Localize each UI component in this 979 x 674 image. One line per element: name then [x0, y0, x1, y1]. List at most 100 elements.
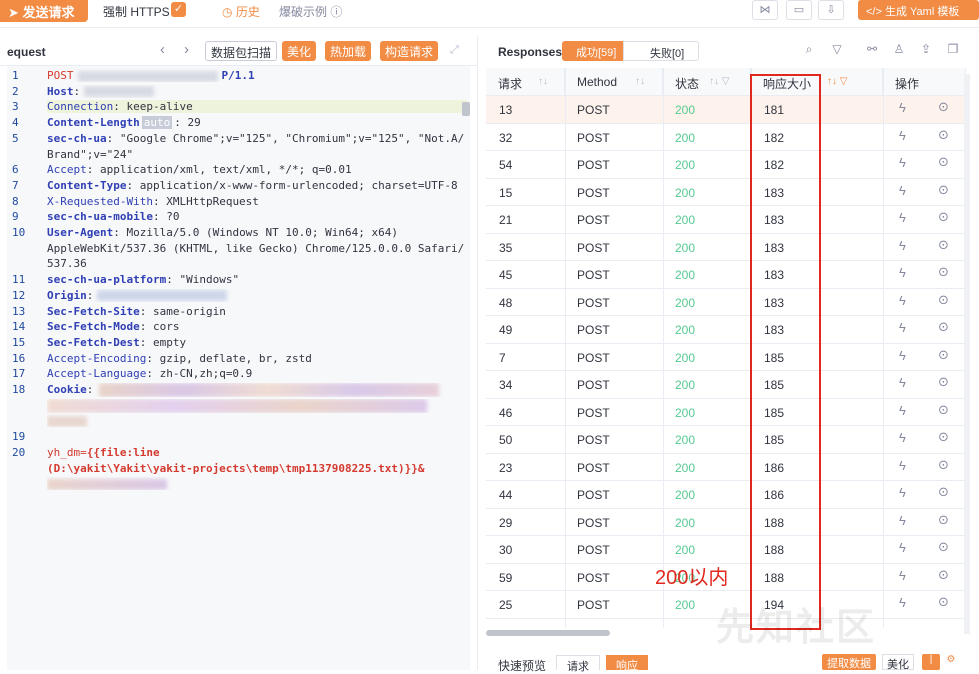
- arrow-circle-icon[interactable]: ⊙: [938, 319, 949, 335]
- tab-request-preview[interactable]: 请求: [556, 655, 600, 673]
- table-row[interactable]: 50 POST 200 185 ϟ ⊙: [486, 426, 966, 454]
- arrow-circle-icon[interactable]: ⊙: [938, 347, 949, 363]
- tab-fail[interactable]: 失败[0]: [623, 41, 699, 61]
- arrow-circle-icon[interactable]: ⊙: [938, 182, 949, 198]
- lightning-icon[interactable]: ϟ: [899, 128, 906, 143]
- line-number: 20: [12, 445, 26, 459]
- arrow-circle-icon[interactable]: ⊙: [938, 512, 949, 528]
- beautify-button[interactable]: 美化: [282, 41, 317, 61]
- export-icon[interactable]: ⇩: [818, 0, 844, 20]
- code-value: (D:\yakit\Yakit\yakit-projects\temp\tmp1…: [47, 461, 425, 475]
- arrow-circle-icon[interactable]: ⊙: [938, 457, 949, 473]
- send-request-button[interactable]: ➤ 发送请求: [0, 0, 88, 22]
- arrow-circle-icon[interactable]: ⊙: [938, 237, 949, 253]
- share-icon[interactable]: ⋈: [752, 0, 778, 20]
- lightning-icon[interactable]: ϟ: [899, 155, 906, 170]
- column-header-status[interactable]: 状态 ↑↓ ▽: [663, 68, 751, 96]
- arrow-circle-icon[interactable]: ⊙: [938, 264, 949, 280]
- table-row[interactable]: 30 POST 200 188 ϟ ⊙: [486, 536, 966, 564]
- arrow-circle-icon[interactable]: ⊙: [938, 402, 949, 418]
- force-https-checkbox[interactable]: ✓: [171, 2, 186, 17]
- sort-icon[interactable]: ↑↓: [538, 76, 548, 87]
- table-row[interactable]: 46 POST 200 185 ϟ ⊙: [486, 399, 966, 426]
- arrow-circle-icon[interactable]: ⊙: [938, 429, 949, 445]
- request-editor[interactable]: 1 POST P/1.1 2 Host: 3 Connection: keep-alive 4…: [7, 66, 470, 670]
- table-row[interactable]: 45 POST 200 183 ϟ ⊙: [486, 261, 966, 289]
- sort-filter-icon[interactable]: ↑↓ ▽: [709, 76, 729, 87]
- request-id-cell: 21: [499, 213, 513, 227]
- lightning-icon[interactable]: ϟ: [899, 348, 906, 363]
- filter-icon[interactable]: ▽: [828, 42, 846, 60]
- arrow-circle-icon[interactable]: ⊙: [938, 539, 949, 555]
- toggle-icon[interactable]: |: [922, 654, 940, 670]
- table-row[interactable]: 34 POST 200 185 ϟ ⊙: [486, 371, 966, 399]
- lightning-icon[interactable]: ϟ: [899, 375, 906, 390]
- settings-icon[interactable]: ⚙: [942, 654, 960, 670]
- arrow-circle-icon[interactable]: ⊙: [938, 374, 949, 390]
- table-row[interactable]: 48 POST 200 183 ϟ ⊙: [486, 289, 966, 316]
- table-row[interactable]: 32 POST 200 182 ϟ ⊙: [486, 124, 966, 151]
- history-button[interactable]: ◷ 历史: [222, 3, 260, 20]
- lightning-icon[interactable]: ϟ: [899, 183, 906, 198]
- arrow-circle-icon[interactable]: ⊙: [938, 99, 949, 115]
- table-row[interactable]: 13 POST 200 181 ϟ ⊙: [486, 96, 966, 124]
- arrow-circle-icon[interactable]: ⊙: [938, 209, 949, 225]
- lightning-icon[interactable]: ϟ: [899, 595, 906, 610]
- lightning-icon[interactable]: ϟ: [899, 210, 906, 225]
- lightning-icon[interactable]: ϟ: [899, 513, 906, 528]
- editor-scrollbar[interactable]: [462, 102, 470, 116]
- lightning-icon[interactable]: ϟ: [899, 265, 906, 280]
- code-value: :: [86, 383, 94, 396]
- table-row[interactable]: 21 POST 200 183 ϟ ⊙: [486, 206, 966, 234]
- table-horizontal-scrollbar[interactable]: [486, 630, 610, 636]
- arrow-circle-icon[interactable]: ⊙: [938, 484, 949, 500]
- arrow-circle-icon[interactable]: ⊙: [938, 127, 949, 143]
- arrow-circle-icon[interactable]: ⊙: [938, 154, 949, 170]
- beautify-toggle[interactable]: 美化: [882, 654, 914, 671]
- arrow-circle-icon[interactable]: ⊙: [938, 292, 949, 308]
- lightning-icon[interactable]: ϟ: [899, 540, 906, 555]
- extract-data-button[interactable]: 提取数据: [822, 654, 876, 670]
- lightning-icon[interactable]: ϟ: [899, 458, 906, 473]
- request-id-cell: 32: [499, 130, 513, 145]
- lightning-icon[interactable]: ϟ: [899, 430, 906, 445]
- lightning-icon[interactable]: ϟ: [899, 485, 906, 500]
- table-row[interactable]: 23 POST 200 186 ϟ ⊙: [486, 454, 966, 481]
- arrow-circle-icon[interactable]: ⊙: [938, 594, 949, 610]
- table-row[interactable]: 49 POST 200 183 ϟ ⊙: [486, 316, 966, 344]
- chevron-left-icon[interactable]: ‹: [160, 41, 165, 58]
- lightning-icon[interactable]: ϟ: [899, 320, 906, 335]
- table-row[interactable]: 35 POST 200 183 ϟ ⊙: [486, 234, 966, 261]
- expand-icon[interactable]: ⤢: [450, 44, 459, 57]
- construct-request-button[interactable]: 构造请求: [380, 41, 439, 61]
- sort-filter-icon[interactable]: ↑↓ ▽: [827, 76, 847, 87]
- window-icon[interactable]: ▭: [786, 0, 812, 20]
- copy-icon[interactable]: ❐: [944, 42, 962, 60]
- user-icon[interactable]: ♙: [890, 42, 908, 60]
- examples-link[interactable]: 爆破示例 ⓘ: [279, 3, 342, 20]
- table-row[interactable]: 7 POST 200 185 ϟ ⊙: [486, 344, 966, 371]
- lightning-icon[interactable]: ϟ: [899, 568, 906, 583]
- tab-response-preview[interactable]: 响应: [606, 655, 648, 672]
- lightning-icon[interactable]: ϟ: [899, 403, 906, 418]
- table-row[interactable]: 54 POST 200 182 ϟ ⊙: [486, 151, 966, 179]
- column-header-request[interactable]: 请求 ↑↓: [486, 68, 565, 96]
- table-row[interactable]: 44 POST 200 186 ϟ ⊙: [486, 481, 966, 509]
- share-icon[interactable]: ⇪: [917, 42, 935, 60]
- lightning-icon[interactable]: ϟ: [899, 100, 906, 115]
- sort-icon[interactable]: ↑↓: [635, 76, 645, 87]
- lightning-icon[interactable]: ϟ: [899, 293, 906, 308]
- link-icon[interactable]: ⚯: [863, 42, 881, 60]
- table-row[interactable]: 15 POST 200 183 ϟ ⊙: [486, 179, 966, 206]
- table-vertical-scrollbar[interactable]: [964, 74, 970, 634]
- arrow-circle-icon[interactable]: ⊙: [938, 567, 949, 583]
- column-header-method[interactable]: Method ↑↓: [565, 68, 663, 96]
- generate-yaml-button[interactable]: </> 生成 Yaml 模板: [858, 0, 979, 20]
- lightning-icon[interactable]: ϟ: [899, 238, 906, 253]
- packet-scan-button[interactable]: 数据包扫描: [205, 41, 278, 61]
- table-row[interactable]: 29 POST 200 188 ϟ ⊙: [486, 509, 966, 536]
- search-icon[interactable]: ⌕: [800, 42, 818, 60]
- hot-reload-button[interactable]: 热加载: [325, 41, 372, 61]
- tab-success[interactable]: 成功[59]: [562, 41, 623, 61]
- chevron-right-icon[interactable]: ›: [184, 41, 189, 58]
